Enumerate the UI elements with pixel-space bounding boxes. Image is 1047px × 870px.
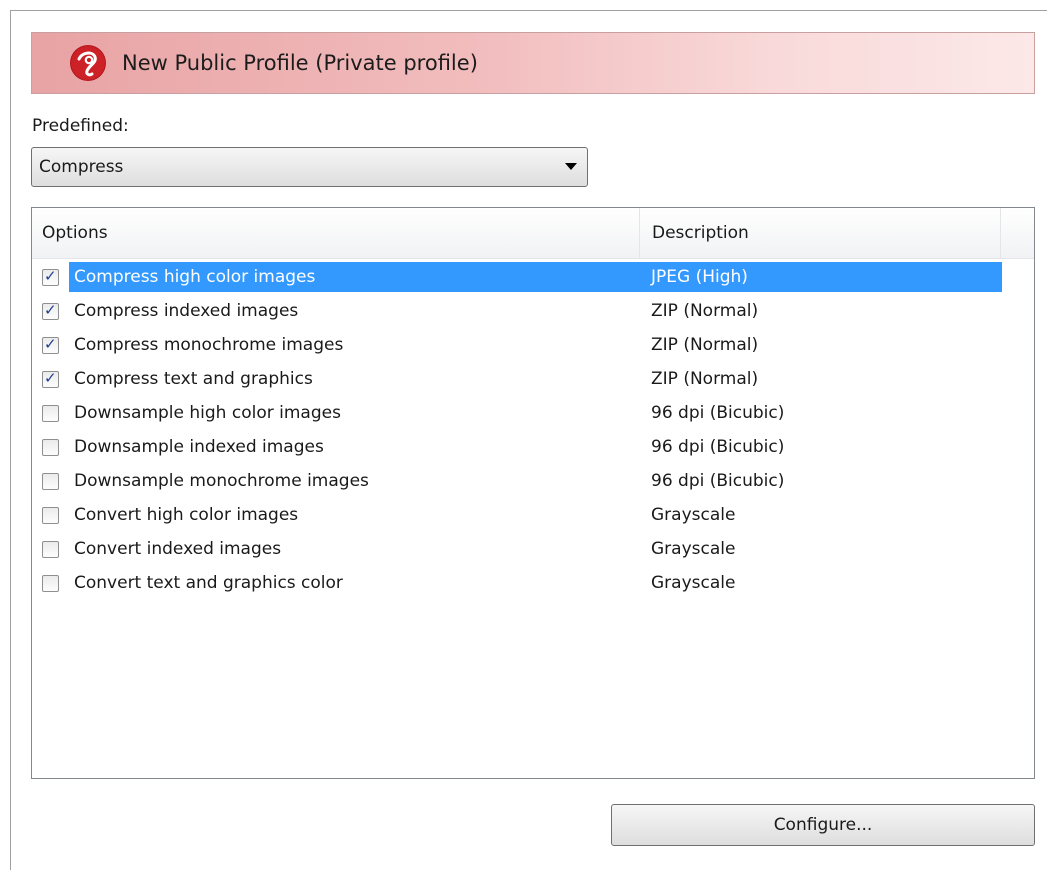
list-item-content: Compress monochrome images ZIP (Normal): [69, 330, 1002, 360]
list-item-content: Compress indexed images ZIP (Normal): [69, 296, 1002, 326]
profile-header: New Public Profile (Private profile): [31, 32, 1035, 94]
option-label: Compress monochrome images: [74, 335, 344, 355]
option-checkbox[interactable]: [42, 267, 59, 286]
predefined-selected-value: Compress: [39, 157, 124, 177]
option-label: Compress text and graphics: [74, 369, 313, 389]
option-description: ZIP (Normal): [651, 301, 759, 321]
configure-button[interactable]: Configure...: [611, 804, 1035, 846]
list-item-content: Compress high color images JPEG (High): [69, 262, 1002, 292]
list-item-content: Downsample indexed images 96 dpi (Bicubic…: [69, 432, 1002, 462]
option-description: 96 dpi (Bicubic): [651, 437, 785, 457]
option-label: Downsample monochrome images: [74, 471, 369, 491]
option-checkbox[interactable]: [42, 404, 59, 422]
option-checkbox[interactable]: [42, 472, 59, 490]
list-item[interactable]: Compress indexed images ZIP (Normal): [32, 294, 1034, 328]
option-checkbox[interactable]: [42, 574, 59, 592]
option-checkbox[interactable]: [42, 335, 59, 354]
list-item-content: Convert text and graphics color Grayscale: [69, 568, 1002, 598]
list-item[interactable]: Convert indexed images Grayscale: [32, 532, 1034, 566]
option-label: Convert text and graphics color: [74, 573, 343, 593]
option-description: ZIP (Normal): [651, 335, 759, 355]
column-header-description[interactable]: Description: [640, 208, 1001, 258]
list-item-content: Downsample high color images 96 dpi (Bicu…: [69, 398, 1002, 428]
list-item[interactable]: Compress text and graphics ZIP (Normal): [32, 362, 1034, 396]
pdf-profile-logo-icon: [68, 43, 108, 83]
option-label: Downsample high color images: [74, 403, 341, 423]
list-item[interactable]: Downsample high color images 96 dpi (Bicu…: [32, 396, 1034, 430]
list-item[interactable]: Convert text and graphics color Grayscale: [32, 566, 1034, 600]
list-item[interactable]: Downsample monochrome images 96 dpi (Bicu…: [32, 464, 1034, 498]
option-description: JPEG (High): [651, 267, 748, 287]
list-header: Options Description: [32, 208, 1034, 259]
option-checkbox[interactable]: [42, 540, 59, 558]
predefined-dropdown[interactable]: Compress: [31, 147, 588, 187]
predefined-label: Predefined:: [32, 116, 129, 136]
option-description: Grayscale: [651, 573, 736, 593]
list-item[interactable]: Compress monochrome images ZIP (Normal): [32, 328, 1034, 362]
option-description: Grayscale: [651, 539, 736, 559]
list-item-content: Downsample monochrome images 96 dpi (Bicu…: [69, 466, 1002, 496]
list-item[interactable]: Compress high color images JPEG (High): [32, 260, 1034, 294]
option-description: 96 dpi (Bicubic): [651, 471, 785, 491]
option-label: Convert indexed images: [74, 539, 282, 559]
option-description: 96 dpi (Bicubic): [651, 403, 785, 423]
option-checkbox[interactable]: [42, 301, 59, 320]
options-rows: Compress high color imagesJPEG (High)Com…: [32, 260, 1034, 600]
option-checkbox[interactable]: [42, 369, 59, 388]
dropdown-arrow-icon: [565, 163, 577, 170]
profile-title: New Public Profile (Private profile): [122, 51, 478, 75]
list-item-content: Compress text and graphics ZIP (Normal): [69, 364, 1002, 394]
list-item[interactable]: Downsample indexed images 96 dpi (Bicubic…: [32, 430, 1034, 464]
options-list[interactable]: Options Description Compress high color …: [31, 207, 1035, 779]
option-label: Downsample indexed images: [74, 437, 324, 457]
option-checkbox[interactable]: [42, 438, 59, 456]
option-description: Grayscale: [651, 505, 736, 525]
list-item-content: Convert indexed images Grayscale: [69, 534, 1002, 564]
option-label: Convert high color images: [74, 505, 299, 525]
list-item-content: Convert high color images Grayscale: [69, 500, 1002, 530]
list-item[interactable]: Convert high color images Grayscale: [32, 498, 1034, 532]
option-description: ZIP (Normal): [651, 369, 759, 389]
option-checkbox[interactable]: [42, 506, 59, 524]
column-header-options[interactable]: Options: [32, 208, 640, 258]
option-label: Compress indexed images: [74, 301, 299, 321]
option-label: Compress high color images: [74, 267, 316, 287]
